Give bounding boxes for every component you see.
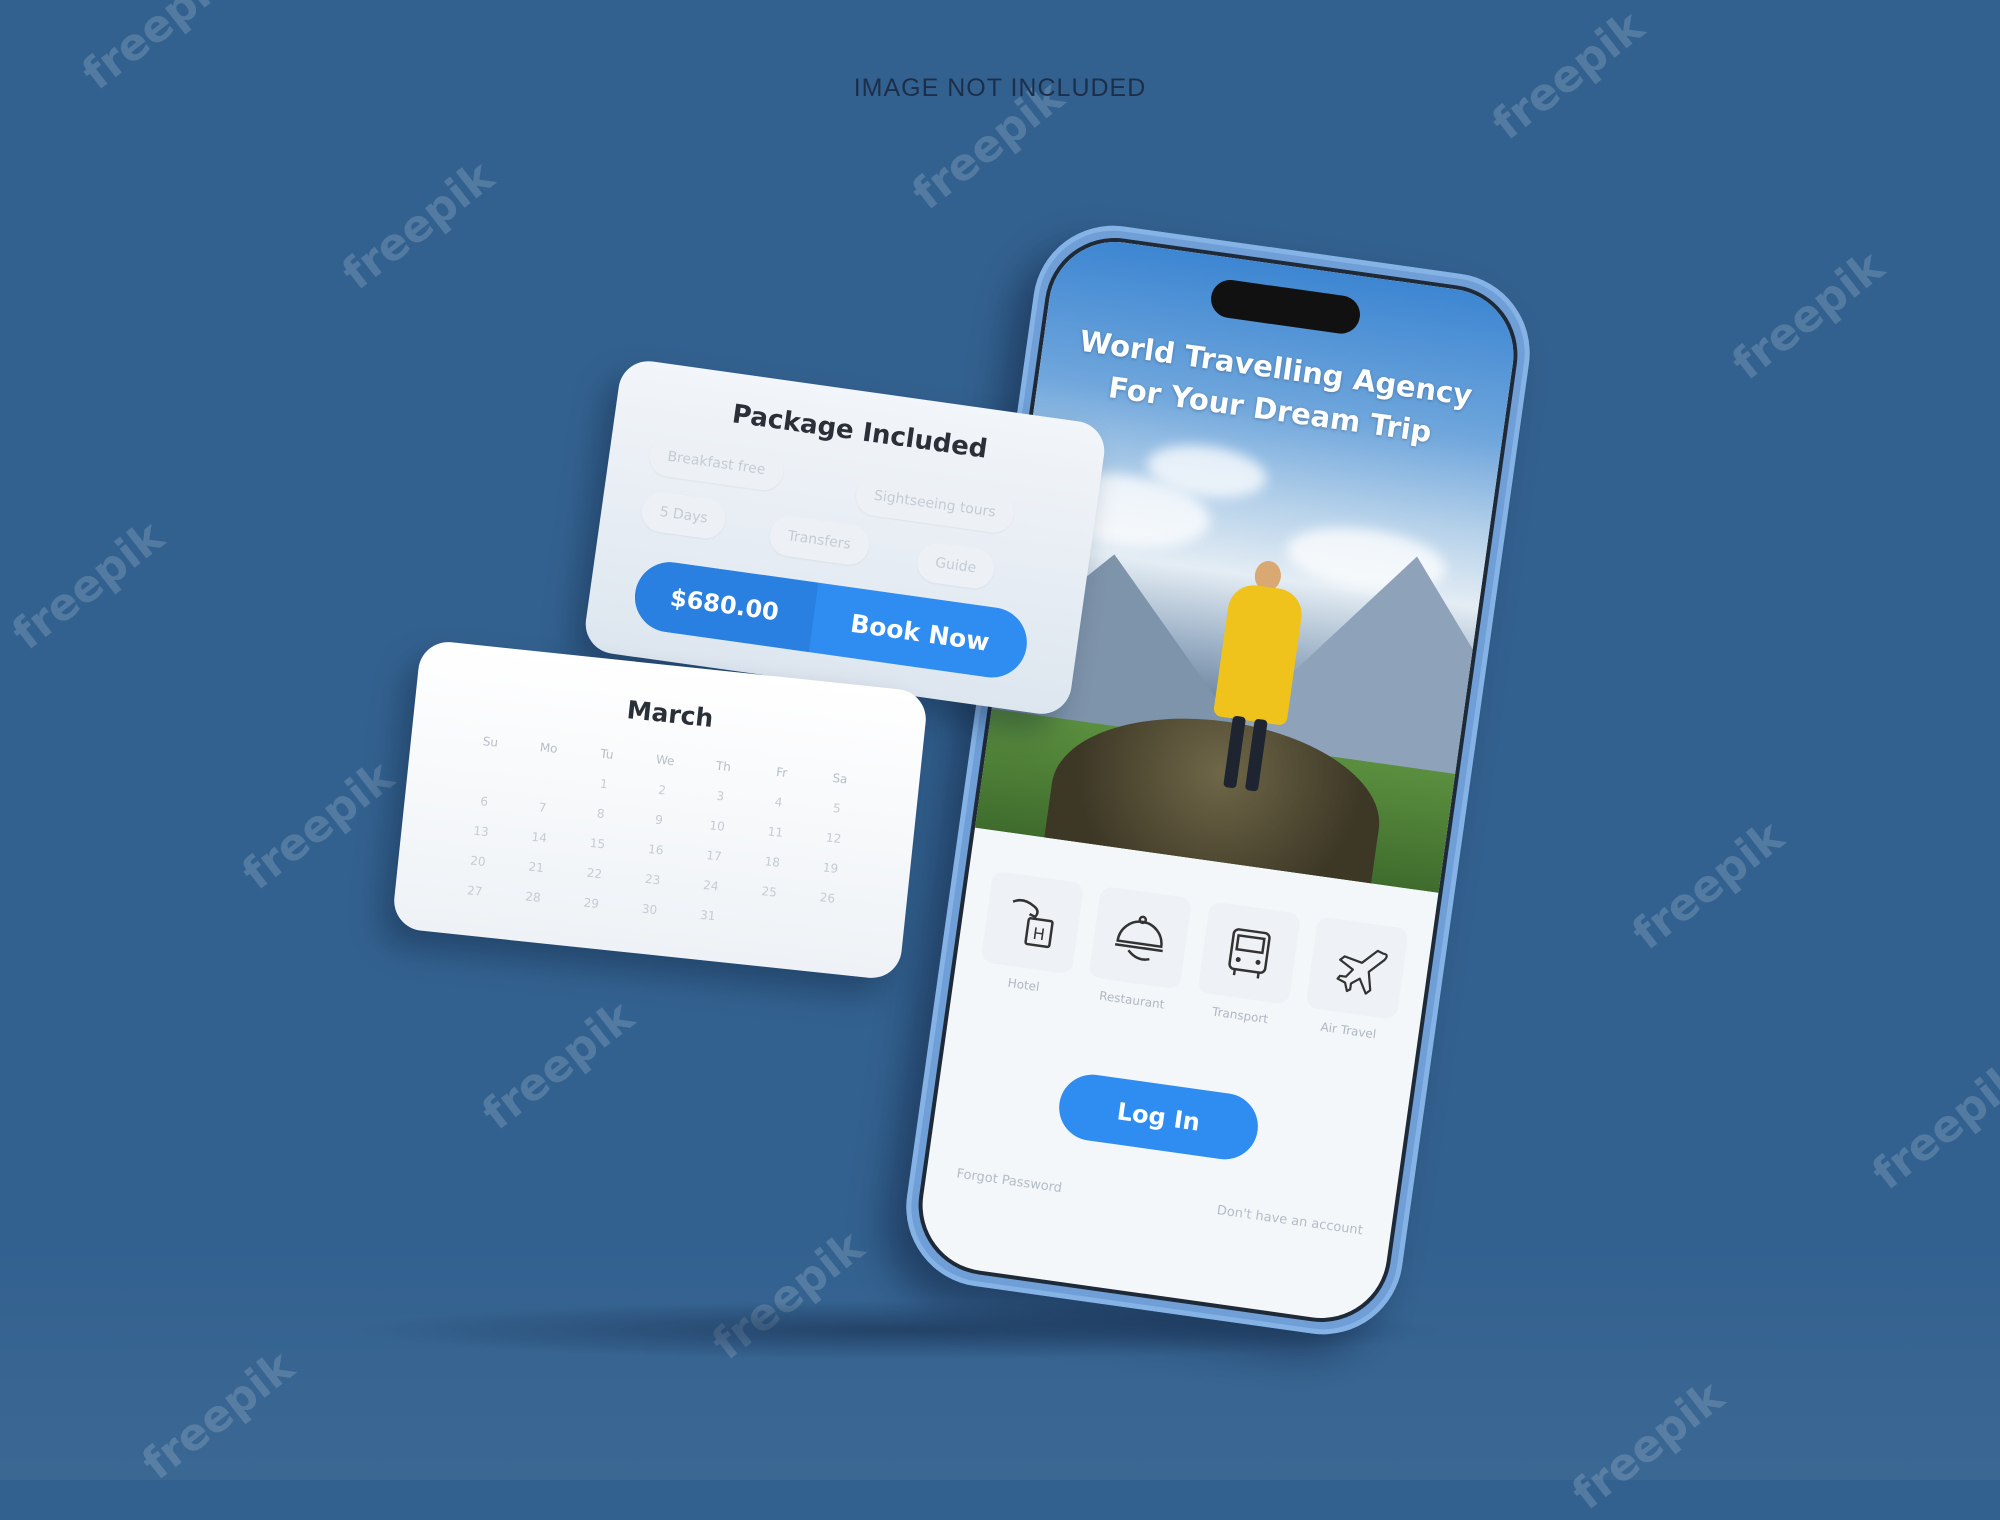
package-chip: 5 Days (639, 489, 729, 542)
package-chip: Sightseeing tours (853, 473, 1017, 536)
calendar-day[interactable]: 1 (574, 772, 634, 796)
calendar-weekday: Su (482, 734, 499, 750)
feature-label: Hotel (1006, 975, 1041, 995)
calendar-day[interactable]: 6 (454, 790, 514, 814)
feature-label: Restaurant (1098, 988, 1166, 1012)
calendar-day[interactable]: 13 (451, 819, 511, 843)
calendar-day[interactable]: 26 (797, 886, 857, 910)
watermark: freepik (472, 991, 644, 1140)
traveler-leg (1244, 718, 1268, 792)
calendar-day[interactable]: 22 (564, 861, 624, 885)
yellow-raincoat (1212, 581, 1305, 726)
feature-label: Transport (1211, 1004, 1269, 1027)
calendar-weekday: Mo (539, 740, 559, 756)
watermark: freepik (332, 151, 504, 300)
watermark: freepik (1862, 1051, 2000, 1200)
calendar-day[interactable]: 11 (745, 820, 805, 844)
login-button[interactable]: Log In (1054, 1070, 1263, 1164)
feature-air-travel[interactable]: Air Travel (1302, 916, 1410, 1044)
food-cloche-icon (1115, 915, 1164, 961)
calendar-weekday: Th (715, 758, 732, 775)
calendar-day[interactable]: 25 (739, 880, 799, 904)
calendar-day (736, 910, 796, 934)
calendar-day[interactable]: 24 (681, 874, 741, 898)
calendar-day[interactable]: 28 (503, 885, 563, 909)
calendar-day (794, 916, 854, 940)
calendar-day[interactable]: 30 (619, 897, 679, 921)
watermark: freepik (1722, 241, 1894, 390)
package-chip: Transfers (767, 513, 872, 568)
calendar-weekday: Tu (599, 746, 615, 762)
calendar-day[interactable]: 16 (626, 838, 686, 862)
calendar-day[interactable]: 5 (807, 796, 867, 820)
forgot-password-link[interactable]: Forgot Password (956, 1167, 1063, 1197)
calendar-day[interactable]: 17 (684, 844, 744, 868)
signup-link[interactable]: Don't have an account (1216, 1203, 1364, 1238)
calendar-day[interactable]: 21 (506, 855, 566, 879)
calendar-day[interactable]: 31 (678, 904, 738, 928)
airplane-icon (1336, 949, 1388, 995)
feature-tile: H (980, 870, 1085, 975)
calendar-day[interactable]: 12 (804, 826, 864, 850)
watermark: freepik (1622, 811, 1794, 960)
feature-transport[interactable]: Transport (1194, 901, 1301, 1029)
package-chip: Breakfast free (646, 434, 786, 493)
package-chip: Guide (914, 540, 997, 591)
calendar-day[interactable]: 14 (509, 826, 569, 850)
package-price: $680.00 (630, 557, 819, 653)
calendar-weekday: Sa (831, 770, 849, 787)
calendar-day[interactable]: 19 (800, 856, 860, 880)
hotel-icon: H (1012, 898, 1054, 949)
feature-hotel[interactable]: H Hotel (977, 870, 1085, 999)
traveler-leg (1223, 715, 1247, 789)
svg-text:H: H (1032, 924, 1047, 944)
hero-headline: World Travelling Agency For Your Dream T… (1035, 315, 1510, 463)
phone-screen: World Travelling Agency For Your Dream T… (914, 233, 1522, 1327)
feature-tile (1196, 901, 1301, 1005)
bus-icon (1227, 928, 1271, 979)
phone-mockup: World Travelling Agency For Your Dream T… (895, 215, 1541, 1345)
calendar-day[interactable]: 9 (629, 808, 689, 832)
image-not-included-notice: IMAGE NOT INCLUDED (853, 74, 1147, 102)
feature-restaurant[interactable]: Restaurant (1085, 885, 1193, 1014)
calendar-day (516, 766, 576, 790)
feature-list: H Hotel Restaurant Transport Air Travel (977, 870, 1410, 1044)
calendar-day[interactable]: 29 (561, 891, 621, 915)
feature-tile (1305, 916, 1410, 1021)
calendar-card: March Su Mo Tu We Th Fr Sa 1 2 3 4 5 6 7 8 9 10 11 12 13 14 1… (391, 639, 929, 981)
calendar-day[interactable]: 8 (571, 802, 631, 826)
calendar-day[interactable]: 27 (445, 879, 505, 903)
watermark: freepik (232, 751, 404, 900)
calendar-day[interactable]: 3 (690, 784, 750, 808)
calendar-day (457, 760, 517, 784)
calendar-day[interactable]: 23 (623, 868, 683, 892)
book-now-button[interactable]: Book Now (809, 583, 1032, 682)
calendar-day[interactable]: 20 (448, 849, 508, 873)
calendar-day[interactable]: 2 (632, 778, 692, 802)
calendar-day[interactable]: 7 (512, 796, 572, 820)
calendar-day[interactable]: 10 (687, 814, 747, 838)
calendar-grid: Su Mo Tu We Th Fr Sa 1 2 3 4 5 6 7 8 9 10 11 12 13 14 15 16 17 1… (445, 730, 870, 940)
watermark: freepik (2, 511, 174, 660)
calendar-weekday: Fr (775, 764, 788, 781)
calendar-day[interactable]: 18 (742, 850, 802, 874)
calendar-weekday: We (655, 752, 676, 769)
calendar-day[interactable]: 4 (749, 790, 809, 814)
feature-label: Air Travel (1319, 1019, 1378, 1042)
calendar-day[interactable]: 15 (568, 832, 628, 856)
feature-tile (1088, 885, 1193, 990)
